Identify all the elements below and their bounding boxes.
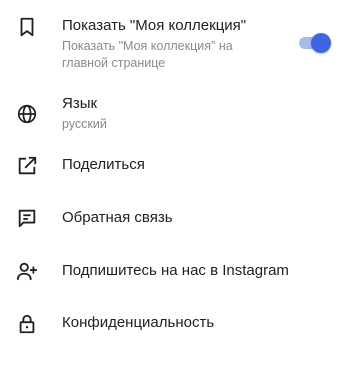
my-collection-toggle[interactable]	[299, 33, 331, 53]
menu-item-privacy[interactable]: Конфиденциальность	[0, 305, 350, 345]
add-person-icon	[16, 260, 38, 282]
menu-item-subtitle: Показать "Моя коллекция" на главной стра…	[62, 39, 233, 70]
menu-item-instagram[interactable]: Подпишитесь на нас в Instagram	[0, 253, 350, 293]
menu-item-title: Подпишитесь на нас в Instagram	[62, 262, 289, 279]
globe-icon	[16, 103, 38, 125]
menu-item-language[interactable]: Язык русский	[0, 90, 350, 140]
settings-menu: Показать "Моя коллекция" Показать "Моя к…	[0, 0, 350, 385]
share-icon	[16, 155, 38, 177]
menu-item-title: Конфиденциальность	[62, 314, 215, 331]
menu-item-share[interactable]: Поделиться	[0, 148, 350, 188]
toggle-thumb	[311, 33, 331, 53]
bookmark-icon	[16, 16, 38, 38]
menu-item-title: Обратная связь	[62, 209, 173, 226]
menu-item-title: Показать "Моя коллекция"	[62, 17, 247, 34]
menu-item-title: Язык	[62, 95, 98, 112]
menu-item-title: Поделиться	[62, 156, 145, 173]
feedback-icon	[16, 207, 38, 229]
menu-item-my-collection[interactable]: Показать "Моя коллекция" Показать "Моя к…	[0, 0, 350, 76]
menu-item-subtitle: русский	[62, 117, 107, 131]
lock-icon	[16, 313, 38, 335]
menu-item-feedback[interactable]: Обратная связь	[0, 200, 350, 240]
